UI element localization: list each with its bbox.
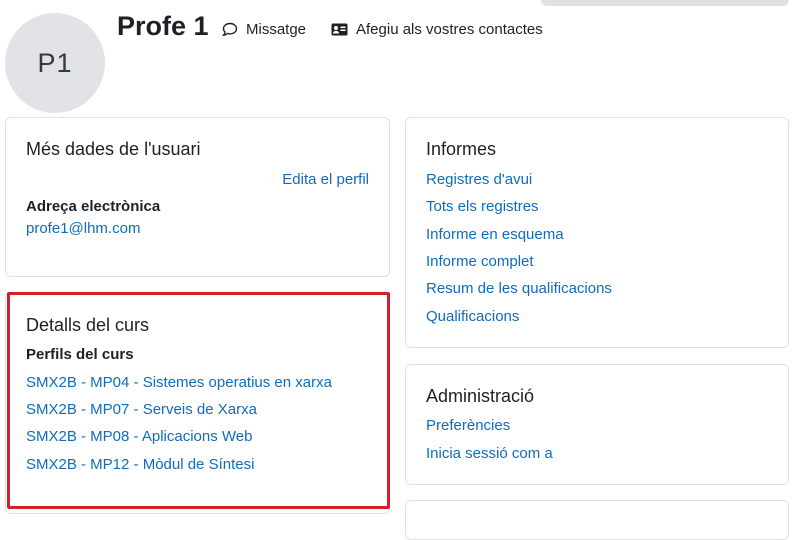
report-link-grades-overview[interactable]: Resum de les qualificacions	[426, 280, 612, 297]
next-card	[405, 500, 789, 540]
administration-card: Administració Preferències Inicia sessió…	[405, 364, 789, 485]
message-label: Missatge	[246, 21, 307, 38]
report-link-todays-logs[interactable]: Registres d'avui	[426, 171, 532, 188]
reports-title: Informes	[426, 139, 497, 159]
page-title: Profe 1	[117, 11, 209, 41]
speech-bubble-icon	[222, 22, 238, 36]
reports-card: Informes Registres d'avui Tots els regis…	[405, 117, 789, 348]
email-label: Adreça electrònica	[26, 198, 161, 215]
edit-profile-link[interactable]: Edita el perfil	[282, 171, 369, 188]
avatar-initials: P1	[37, 47, 73, 78]
add-contact-label: Afegiu als vostres contactes	[356, 21, 543, 38]
user-details-card: Més dades de l'usuari Edita el perfil Ad…	[5, 117, 390, 277]
report-link-outline[interactable]: Informe en esquema	[426, 226, 564, 243]
avatar: P1	[5, 13, 105, 113]
administration-title: Administració	[426, 386, 535, 406]
preferences-link[interactable]: Preferències	[426, 417, 510, 434]
report-link-complete[interactable]: Informe complet	[426, 253, 534, 270]
login-as-link[interactable]: Inicia sessió com a	[426, 445, 553, 462]
address-card-icon	[331, 23, 348, 36]
highlight-box	[7, 292, 390, 509]
report-link-all-logs[interactable]: Tots els registres	[426, 198, 539, 215]
top-bar	[541, 0, 789, 6]
add-contact-button[interactable]: Afegiu als vostres contactes	[331, 21, 543, 38]
user-details-title: Més dades de l'usuari	[26, 139, 201, 159]
report-link-grades[interactable]: Qualificacions	[426, 308, 519, 325]
message-button[interactable]: Missatge	[222, 21, 306, 38]
email-link[interactable]: profe1@lhm.com	[26, 220, 140, 237]
